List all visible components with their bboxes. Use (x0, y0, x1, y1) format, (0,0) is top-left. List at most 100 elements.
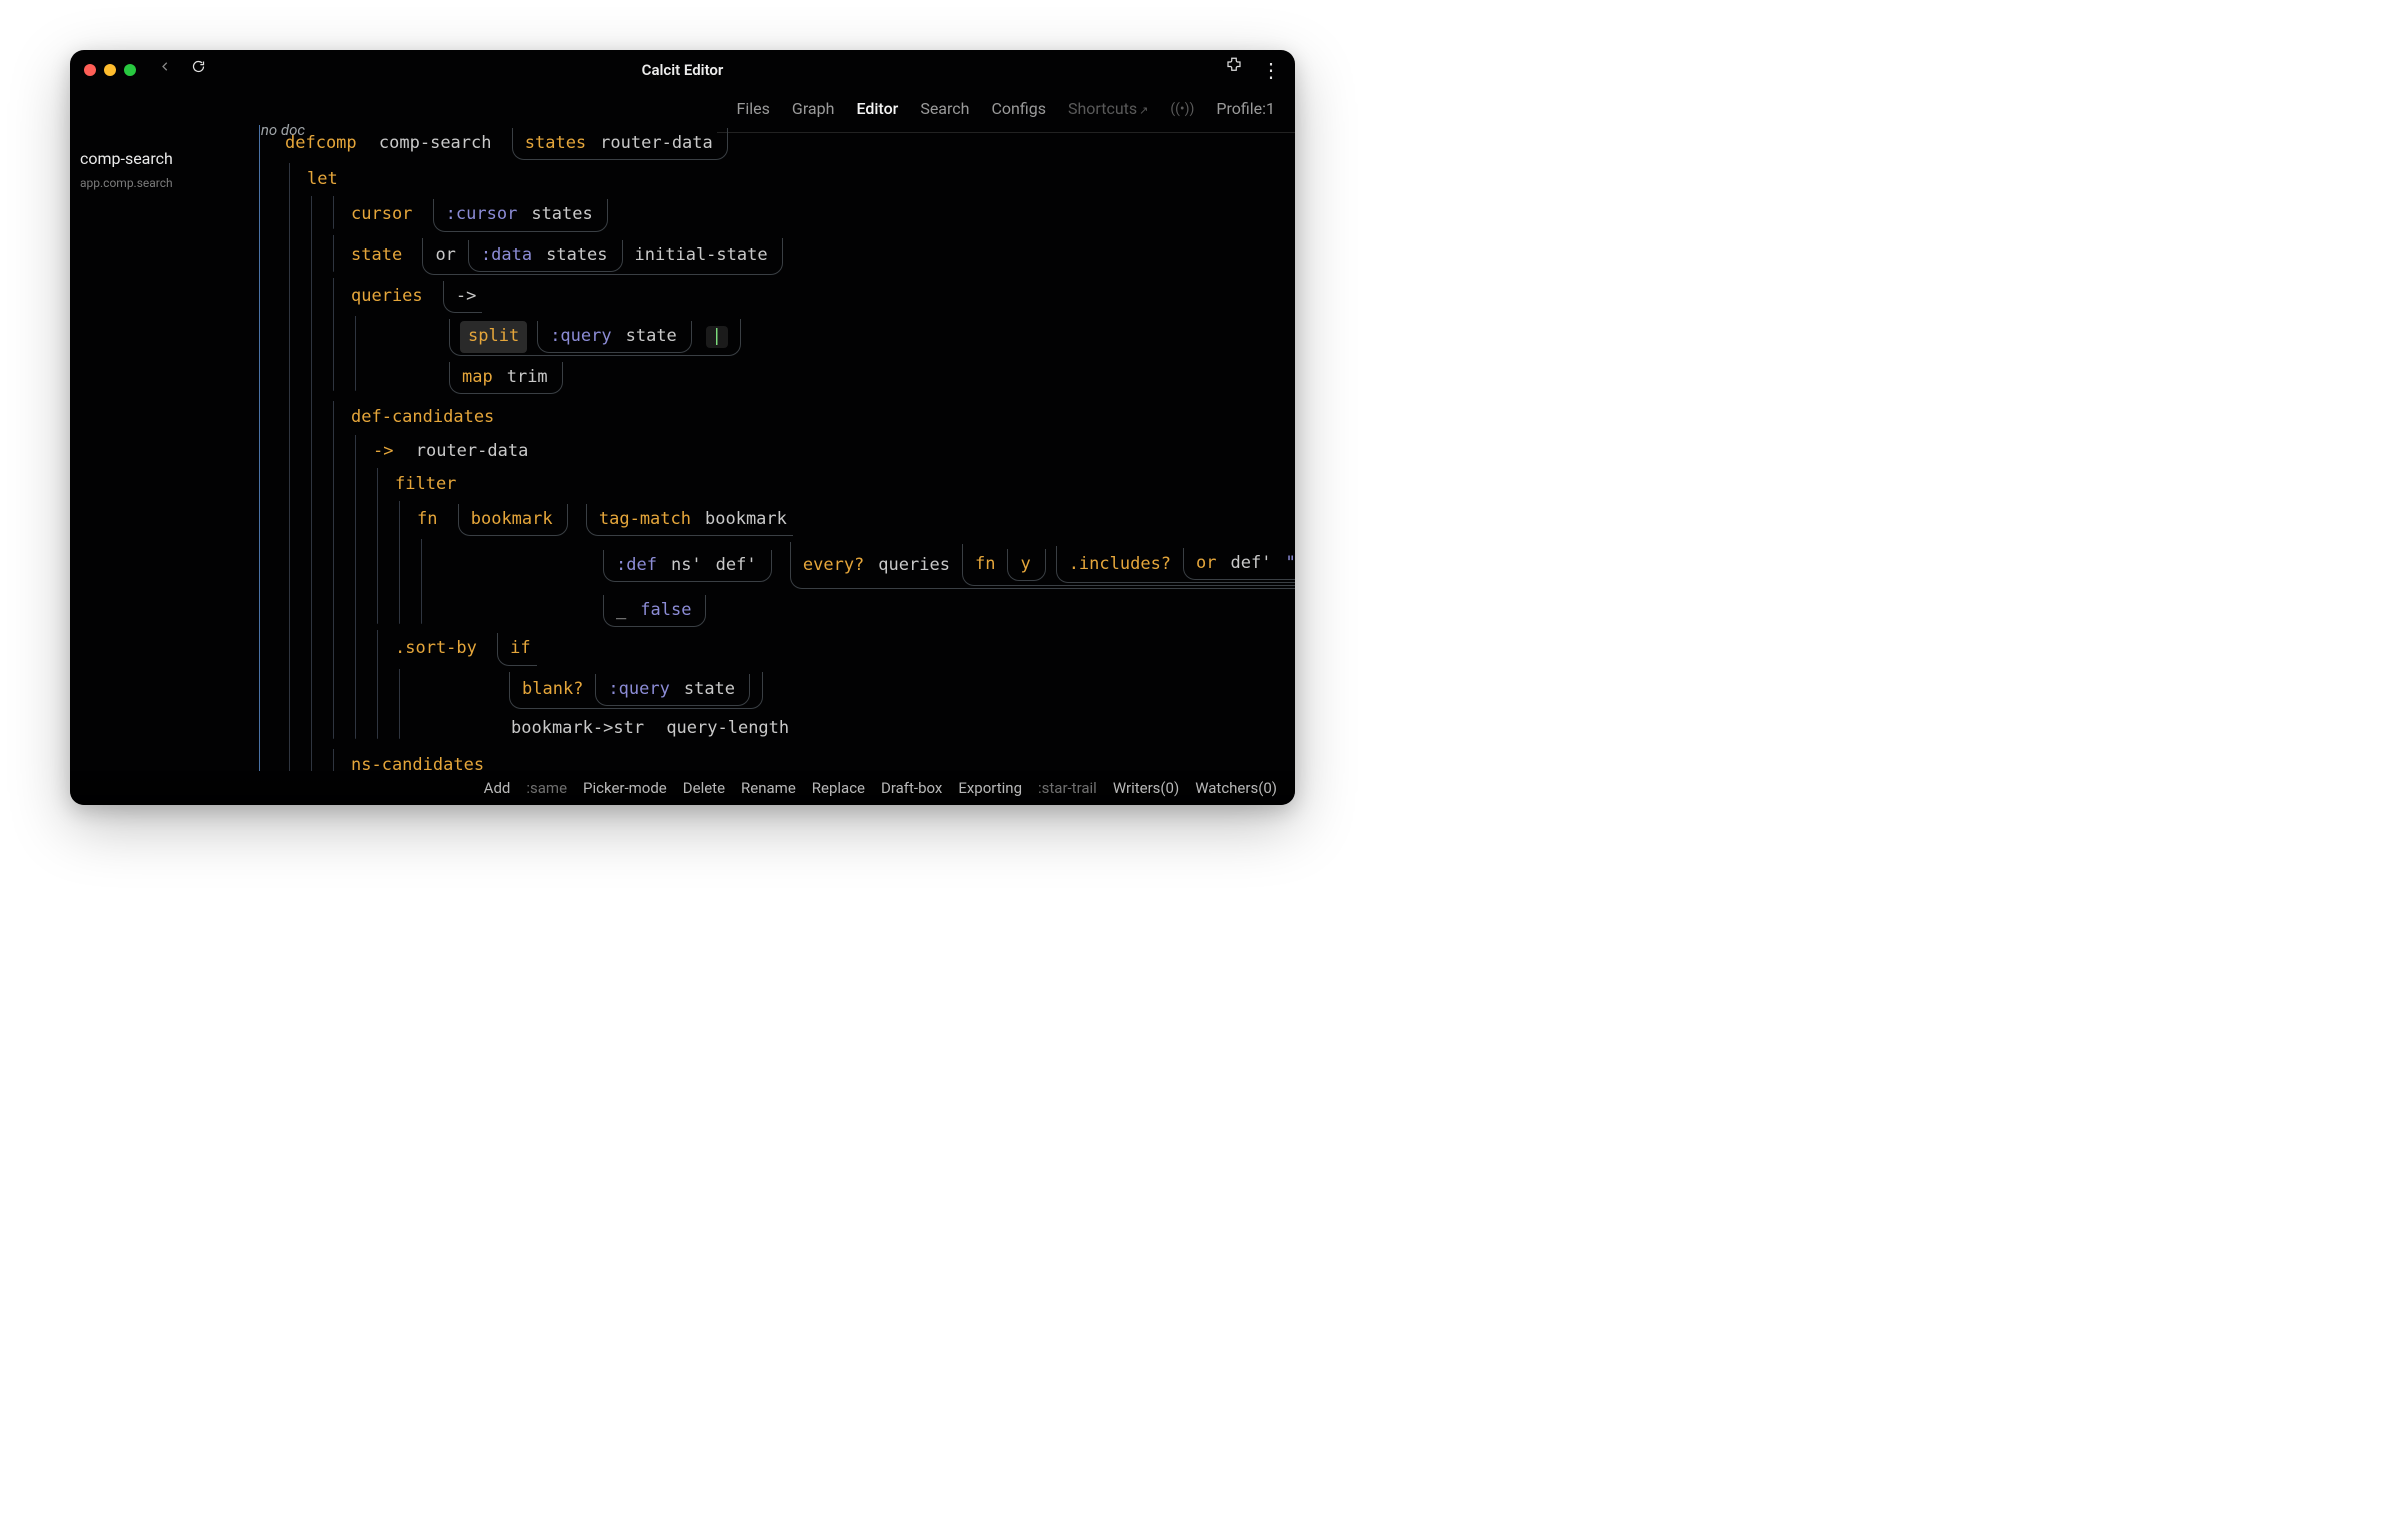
status-exporting[interactable]: Exporting (958, 776, 1022, 800)
params-group[interactable]: states router-data (512, 128, 728, 160)
broadcast-icon[interactable]: ((•)) (1170, 98, 1194, 120)
token-or[interactable]: or (433, 242, 457, 269)
nav-search[interactable]: Search (920, 96, 969, 122)
token-router-data[interactable]: router-data (598, 130, 715, 157)
token-ns-tick[interactable]: ns' (669, 552, 704, 579)
nav-graph[interactable]: Graph (792, 96, 835, 122)
group-map-trim[interactable]: map trim (449, 362, 563, 394)
group-if[interactable]: if (497, 633, 536, 665)
close-icon[interactable] (84, 64, 96, 76)
group-fn-y[interactable]: fn y .includes? (962, 544, 1295, 586)
token-queries[interactable]: queries (349, 286, 425, 306)
token-arrow[interactable]: -> (454, 283, 478, 310)
token-filter[interactable]: filter (393, 474, 458, 494)
token-ns-candidates[interactable]: ns-candidates (349, 755, 486, 771)
token-if[interactable]: if (508, 635, 532, 662)
token-includes[interactable]: .includes? (1067, 551, 1173, 578)
token-or2[interactable]: or (1194, 550, 1218, 577)
group-thread[interactable]: -> (443, 281, 482, 313)
token-bookmark-ref[interactable]: bookmark (703, 506, 789, 533)
token-cursor[interactable]: cursor (349, 204, 414, 224)
group-includes[interactable]: .includes? or def' " (1056, 546, 1295, 583)
group-query-state2[interactable]: :query state (595, 674, 750, 706)
token-state[interactable]: state (349, 245, 404, 265)
token-arrow2[interactable]: -> (371, 441, 395, 461)
reload-button[interactable] (191, 56, 206, 83)
status-star-trail[interactable]: :star-trail (1038, 776, 1097, 800)
token-states[interactable]: states (523, 130, 588, 157)
back-button[interactable] (158, 56, 173, 83)
window-title: Calcit Editor (70, 58, 1295, 82)
token-split[interactable]: split (460, 321, 527, 352)
token-tag-match[interactable]: tag-match (597, 506, 693, 533)
nav-files[interactable]: Files (737, 96, 770, 122)
token-bookmark[interactable]: bookmark (469, 506, 555, 533)
group-cursor-expr[interactable]: :cursor states (433, 199, 608, 231)
extension-icon[interactable] (1225, 56, 1243, 83)
group-def-ns-def[interactable]: :def ns' def' (603, 550, 772, 582)
minimize-icon[interactable] (104, 64, 116, 76)
status-picker-mode[interactable]: Picker-mode (583, 776, 667, 800)
token-fn2[interactable]: fn (973, 551, 997, 578)
status-delete[interactable]: Delete (683, 776, 725, 800)
token-k-query[interactable]: :query (548, 323, 613, 350)
token-states-ref[interactable]: states (529, 201, 594, 228)
status-watchers[interactable]: Watchers(0) (1195, 776, 1277, 800)
token-state-ref2[interactable]: state (682, 676, 737, 703)
token-trim[interactable]: trim (505, 364, 550, 391)
token-every[interactable]: every? (801, 552, 866, 579)
group-or[interactable]: or :data states initial-state (422, 238, 782, 275)
status-writers[interactable]: Writers(0) (1113, 776, 1179, 800)
token-k-query2[interactable]: :query (606, 676, 671, 703)
token-def-candidates[interactable]: def-candidates (349, 407, 496, 427)
token-map[interactable]: map (460, 364, 495, 391)
token-k-def[interactable]: :def (614, 552, 659, 579)
token-dquote[interactable]: " (1283, 550, 1295, 577)
status-draft-box[interactable]: Draft-box (881, 776, 942, 800)
group-tag-match[interactable]: tag-match bookmark (586, 504, 793, 536)
token-def-tick2[interactable]: def' (1229, 550, 1274, 577)
token-initial-state[interactable]: initial-state (633, 242, 770, 269)
nav-shortcuts[interactable]: Shortcuts↗ (1068, 96, 1148, 122)
token-k-cursor[interactable]: :cursor (444, 201, 520, 228)
token-state-ref[interactable]: state (624, 323, 679, 350)
nav-profile[interactable]: Profile:1 (1216, 96, 1275, 122)
token-bookmark-str[interactable]: bookmark->str (509, 718, 646, 738)
group-blank[interactable]: blank? :query state (509, 672, 763, 709)
token-comp-name[interactable]: comp-search (377, 133, 494, 153)
token-fn[interactable]: fn (415, 509, 439, 529)
nav-editor[interactable]: Editor (856, 96, 898, 122)
maximize-icon[interactable] (124, 64, 136, 76)
sidebar-entry[interactable]: comp-search app.comp.search (80, 146, 235, 193)
group-data-states[interactable]: :data states (468, 240, 623, 272)
group-y[interactable]: y (1007, 549, 1045, 581)
group-every[interactable]: every? queries fn y (790, 542, 1295, 589)
token-defcomp[interactable]: defcomp (283, 133, 359, 153)
token-blank[interactable]: blank? (520, 676, 585, 703)
group-or2[interactable]: or def' " (1183, 548, 1295, 580)
editor-area[interactable]: defcomp comp-search states router-data l… (245, 125, 1295, 771)
nav-configs[interactable]: Configs (991, 96, 1045, 122)
token-k-data[interactable]: :data (479, 242, 534, 269)
token-def-tick[interactable]: def' (714, 552, 759, 579)
token-y[interactable]: y (1018, 551, 1032, 578)
group-split[interactable]: split :query state | (449, 319, 741, 356)
token-router-data[interactable]: router-data (414, 441, 531, 461)
edit-cursor[interactable]: | (706, 326, 728, 348)
token-query-length[interactable]: query-length (664, 718, 791, 738)
token-queries-ref[interactable]: queries (876, 552, 952, 579)
status-add[interactable]: Add (484, 776, 511, 800)
token-let[interactable]: let (305, 169, 340, 189)
token-false[interactable]: false (638, 597, 693, 624)
status-same[interactable]: :same (526, 776, 567, 800)
token-underscore[interactable]: _ (614, 597, 628, 624)
group-fn-arg[interactable]: bookmark (458, 504, 568, 536)
status-rename[interactable]: Rename (741, 776, 796, 800)
group-query-state[interactable]: :query state (537, 321, 692, 353)
token-states-ref2[interactable]: states (544, 242, 609, 269)
status-replace[interactable]: Replace (812, 776, 865, 800)
window-traffic-lights (84, 64, 136, 76)
app-window: Calcit Editor ⋮ Files Graph Editor Searc… (70, 50, 1295, 805)
group-underscore-false[interactable]: _ false (603, 595, 706, 627)
token-sort-by[interactable]: .sort-by (393, 638, 479, 658)
